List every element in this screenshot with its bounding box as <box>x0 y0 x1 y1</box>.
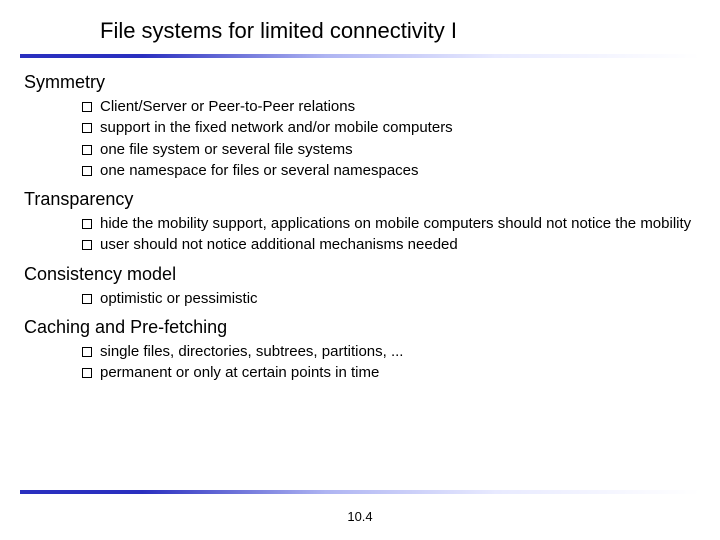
bullet-list: optimistic or pessimistic <box>24 289 696 309</box>
bullet-list: Client/Server or Peer-to-Peer relations … <box>24 97 696 181</box>
list-item: permanent or only at certain points in t… <box>82 363 696 383</box>
section-transparency: Transparency hide the mobility support, … <box>24 189 696 256</box>
section-consistency: Consistency model optimistic or pessimis… <box>24 264 696 309</box>
list-item: optimistic or pessimistic <box>82 289 696 309</box>
list-item: hide the mobility support, applications … <box>82 214 696 234</box>
divider-bottom <box>20 490 700 494</box>
bullet-list: hide the mobility support, applications … <box>24 214 696 256</box>
page-number: 10.4 <box>0 509 720 524</box>
section-heading: Transparency <box>24 189 696 210</box>
list-item: support in the fixed network and/or mobi… <box>82 118 696 138</box>
list-item: one file system or several file systems <box>82 140 696 160</box>
section-symmetry: Symmetry Client/Server or Peer-to-Peer r… <box>24 72 696 181</box>
list-item: single files, directories, subtrees, par… <box>82 342 696 362</box>
slide-title: File systems for limited connectivity I <box>0 0 720 54</box>
section-caching: Caching and Pre-fetching single files, d… <box>24 317 696 384</box>
section-heading: Caching and Pre-fetching <box>24 317 696 338</box>
list-item: one namespace for files or several names… <box>82 161 696 181</box>
section-heading: Consistency model <box>24 264 696 285</box>
section-heading: Symmetry <box>24 72 696 93</box>
list-item: Client/Server or Peer-to-Peer relations <box>82 97 696 117</box>
bullet-list: single files, directories, subtrees, par… <box>24 342 696 384</box>
divider-top <box>20 54 700 58</box>
list-item: user should not notice additional mechan… <box>82 235 696 255</box>
slide-content: Symmetry Client/Server or Peer-to-Peer r… <box>0 72 720 383</box>
